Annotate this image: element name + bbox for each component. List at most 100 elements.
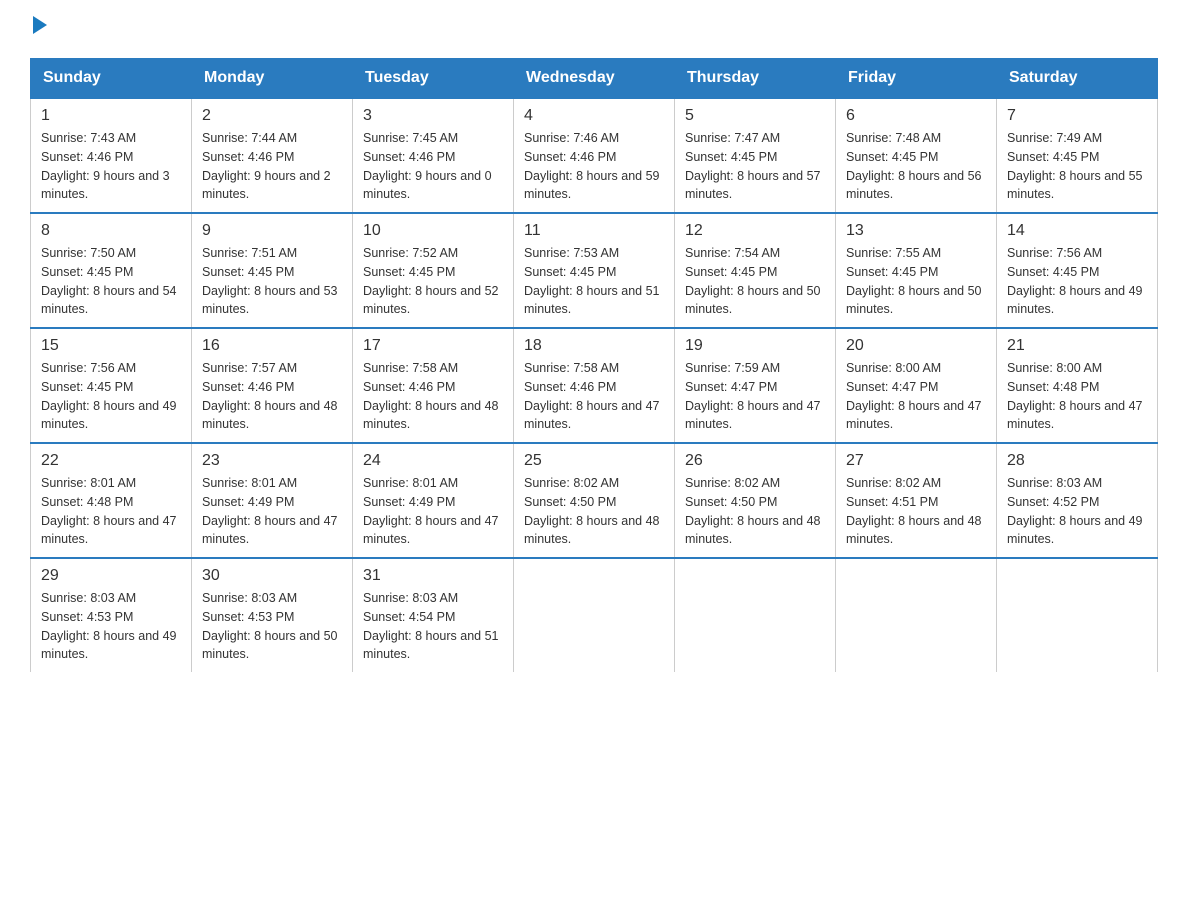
day-number: 15 <box>41 337 181 355</box>
day-info: Sunrise: 7:45 AMSunset: 4:46 PMDaylight:… <box>363 129 503 204</box>
calendar-cell: 29 Sunrise: 8:03 AMSunset: 4:53 PMDayligh… <box>31 558 192 672</box>
day-info: Sunrise: 7:52 AMSunset: 4:45 PMDaylight:… <box>363 244 503 319</box>
day-number: 24 <box>363 452 503 470</box>
day-info: Sunrise: 7:51 AMSunset: 4:45 PMDaylight:… <box>202 244 342 319</box>
day-info: Sunrise: 7:59 AMSunset: 4:47 PMDaylight:… <box>685 359 825 434</box>
day-number: 23 <box>202 452 342 470</box>
day-info: Sunrise: 7:55 AMSunset: 4:45 PMDaylight:… <box>846 244 986 319</box>
calendar-body: 1 Sunrise: 7:43 AMSunset: 4:46 PMDaylight… <box>31 98 1158 672</box>
day-number: 9 <box>202 222 342 240</box>
logo <box>30 20 47 38</box>
logo-triangle-icon <box>33 16 47 34</box>
calendar-cell: 22 Sunrise: 8:01 AMSunset: 4:48 PMDayligh… <box>31 443 192 558</box>
calendar-cell: 26 Sunrise: 8:02 AMSunset: 4:50 PMDayligh… <box>675 443 836 558</box>
calendar-week-5: 29 Sunrise: 8:03 AMSunset: 4:53 PMDayligh… <box>31 558 1158 672</box>
day-info: Sunrise: 8:01 AMSunset: 4:49 PMDaylight:… <box>202 474 342 549</box>
day-info: Sunrise: 7:54 AMSunset: 4:45 PMDaylight:… <box>685 244 825 319</box>
calendar-cell: 7 Sunrise: 7:49 AMSunset: 4:45 PMDaylight… <box>997 98 1158 213</box>
day-info: Sunrise: 7:46 AMSunset: 4:46 PMDaylight:… <box>524 129 664 204</box>
day-number: 4 <box>524 107 664 125</box>
calendar-cell: 5 Sunrise: 7:47 AMSunset: 4:45 PMDaylight… <box>675 98 836 213</box>
calendar-cell: 6 Sunrise: 7:48 AMSunset: 4:45 PMDaylight… <box>836 98 997 213</box>
day-number: 11 <box>524 222 664 240</box>
calendar-cell: 28 Sunrise: 8:03 AMSunset: 4:52 PMDayligh… <box>997 443 1158 558</box>
calendar-cell: 8 Sunrise: 7:50 AMSunset: 4:45 PMDaylight… <box>31 213 192 328</box>
day-info: Sunrise: 7:43 AMSunset: 4:46 PMDaylight:… <box>41 129 181 204</box>
calendar-cell: 11 Sunrise: 7:53 AMSunset: 4:45 PMDayligh… <box>514 213 675 328</box>
day-number: 6 <box>846 107 986 125</box>
day-header-friday: Friday <box>836 59 997 99</box>
calendar-cell: 3 Sunrise: 7:45 AMSunset: 4:46 PMDaylight… <box>353 98 514 213</box>
calendar-week-2: 8 Sunrise: 7:50 AMSunset: 4:45 PMDaylight… <box>31 213 1158 328</box>
calendar-cell: 17 Sunrise: 7:58 AMSunset: 4:46 PMDayligh… <box>353 328 514 443</box>
calendar-week-1: 1 Sunrise: 7:43 AMSunset: 4:46 PMDaylight… <box>31 98 1158 213</box>
day-info: Sunrise: 7:47 AMSunset: 4:45 PMDaylight:… <box>685 129 825 204</box>
day-number: 29 <box>41 567 181 585</box>
day-header-wednesday: Wednesday <box>514 59 675 99</box>
day-number: 14 <box>1007 222 1147 240</box>
calendar-cell: 4 Sunrise: 7:46 AMSunset: 4:46 PMDaylight… <box>514 98 675 213</box>
day-number: 25 <box>524 452 664 470</box>
day-number: 17 <box>363 337 503 355</box>
day-info: Sunrise: 7:48 AMSunset: 4:45 PMDaylight:… <box>846 129 986 204</box>
day-number: 27 <box>846 452 986 470</box>
calendar-cell: 13Sunrise: 7:55 AMSunset: 4:45 PMDayligh… <box>836 213 997 328</box>
day-info: Sunrise: 8:03 AMSunset: 4:53 PMDaylight:… <box>202 589 342 664</box>
day-number: 10 <box>363 222 503 240</box>
day-header-thursday: Thursday <box>675 59 836 99</box>
calendar-cell: 1 Sunrise: 7:43 AMSunset: 4:46 PMDaylight… <box>31 98 192 213</box>
day-number: 28 <box>1007 452 1147 470</box>
day-info: Sunrise: 7:58 AMSunset: 4:46 PMDaylight:… <box>524 359 664 434</box>
day-info: Sunrise: 7:44 AMSunset: 4:46 PMDaylight:… <box>202 129 342 204</box>
day-info: Sunrise: 7:58 AMSunset: 4:46 PMDaylight:… <box>363 359 503 434</box>
day-number: 1 <box>41 107 181 125</box>
day-info: Sunrise: 8:03 AMSunset: 4:52 PMDaylight:… <box>1007 474 1147 549</box>
calendar-cell: 27 Sunrise: 8:02 AMSunset: 4:51 PMDayligh… <box>836 443 997 558</box>
day-info: Sunrise: 8:01 AMSunset: 4:49 PMDaylight:… <box>363 474 503 549</box>
calendar-cell: 30 Sunrise: 8:03 AMSunset: 4:53 PMDayligh… <box>192 558 353 672</box>
day-info: Sunrise: 8:02 AMSunset: 4:50 PMDaylight:… <box>685 474 825 549</box>
calendar-cell: 31Sunrise: 8:03 AMSunset: 4:54 PMDayligh… <box>353 558 514 672</box>
day-number: 22 <box>41 452 181 470</box>
day-number: 21 <box>1007 337 1147 355</box>
day-info: Sunrise: 8:02 AMSunset: 4:51 PMDaylight:… <box>846 474 986 549</box>
day-number: 3 <box>363 107 503 125</box>
calendar-cell <box>997 558 1158 672</box>
day-header-saturday: Saturday <box>997 59 1158 99</box>
calendar-cell: 21 Sunrise: 8:00 AMSunset: 4:48 PMDayligh… <box>997 328 1158 443</box>
day-info: Sunrise: 7:53 AMSunset: 4:45 PMDaylight:… <box>524 244 664 319</box>
calendar-cell: 24 Sunrise: 8:01 AMSunset: 4:49 PMDayligh… <box>353 443 514 558</box>
day-info: Sunrise: 8:01 AMSunset: 4:48 PMDaylight:… <box>41 474 181 549</box>
day-number: 30 <box>202 567 342 585</box>
calendar-header: SundayMondayTuesdayWednesdayThursdayFrid… <box>31 59 1158 99</box>
day-number: 12 <box>685 222 825 240</box>
calendar-cell: 25 Sunrise: 8:02 AMSunset: 4:50 PMDayligh… <box>514 443 675 558</box>
day-number: 8 <box>41 222 181 240</box>
day-number: 19 <box>685 337 825 355</box>
day-number: 26 <box>685 452 825 470</box>
day-number: 2 <box>202 107 342 125</box>
day-number: 5 <box>685 107 825 125</box>
day-info: Sunrise: 8:00 AMSunset: 4:48 PMDaylight:… <box>1007 359 1147 434</box>
day-info: Sunrise: 7:56 AMSunset: 4:45 PMDaylight:… <box>1007 244 1147 319</box>
day-info: Sunrise: 7:49 AMSunset: 4:45 PMDaylight:… <box>1007 129 1147 204</box>
calendar-week-4: 22 Sunrise: 8:01 AMSunset: 4:48 PMDayligh… <box>31 443 1158 558</box>
page-header <box>30 20 1158 38</box>
day-number: 18 <box>524 337 664 355</box>
calendar-cell: 18 Sunrise: 7:58 AMSunset: 4:46 PMDayligh… <box>514 328 675 443</box>
day-info: Sunrise: 7:56 AMSunset: 4:45 PMDaylight:… <box>41 359 181 434</box>
calendar-cell: 9 Sunrise: 7:51 AMSunset: 4:45 PMDaylight… <box>192 213 353 328</box>
calendar-cell: 12 Sunrise: 7:54 AMSunset: 4:45 PMDayligh… <box>675 213 836 328</box>
day-header-sunday: Sunday <box>31 59 192 99</box>
day-header-tuesday: Tuesday <box>353 59 514 99</box>
day-number: 7 <box>1007 107 1147 125</box>
day-header-monday: Monday <box>192 59 353 99</box>
calendar-table: SundayMondayTuesdayWednesdayThursdayFrid… <box>30 58 1158 672</box>
day-info: Sunrise: 7:57 AMSunset: 4:46 PMDaylight:… <box>202 359 342 434</box>
day-info: Sunrise: 8:03 AMSunset: 4:53 PMDaylight:… <box>41 589 181 664</box>
calendar-cell: 10 Sunrise: 7:52 AMSunset: 4:45 PMDayligh… <box>353 213 514 328</box>
calendar-cell: 16Sunrise: 7:57 AMSunset: 4:46 PMDayligh… <box>192 328 353 443</box>
calendar-cell: 15 Sunrise: 7:56 AMSunset: 4:45 PMDayligh… <box>31 328 192 443</box>
day-info: Sunrise: 7:50 AMSunset: 4:45 PMDaylight:… <box>41 244 181 319</box>
day-info: Sunrise: 8:02 AMSunset: 4:50 PMDaylight:… <box>524 474 664 549</box>
